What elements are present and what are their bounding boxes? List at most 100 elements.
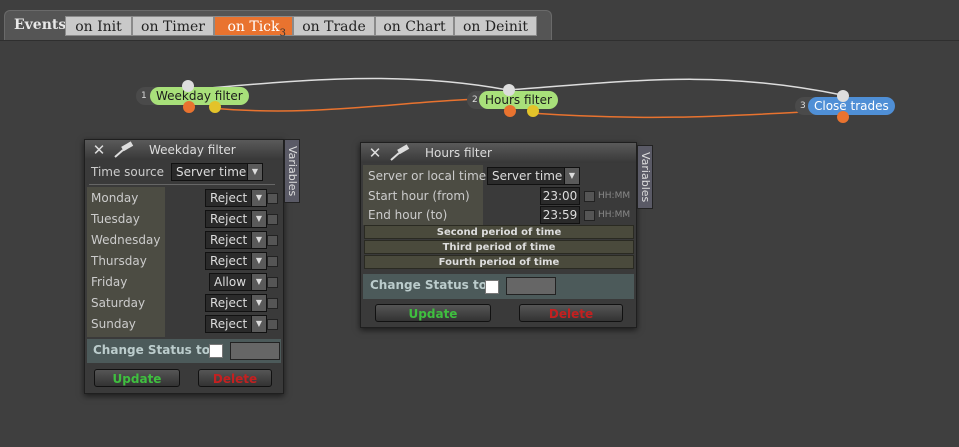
node-number: 3 bbox=[800, 101, 806, 111]
day-row: Friday Allow ▼ bbox=[91, 272, 278, 292]
day-checkbox[interactable] bbox=[267, 235, 278, 246]
day-checkbox[interactable] bbox=[267, 298, 278, 309]
end-hour-input[interactable]: 23:59 bbox=[540, 206, 580, 224]
time-source-label: Time source bbox=[91, 165, 165, 179]
start-hour-checkbox[interactable] bbox=[584, 191, 595, 202]
change-status-row: Change Status to bbox=[363, 274, 634, 299]
chevron-down-icon: ▼ bbox=[251, 316, 266, 332]
change-status-label: Change Status to bbox=[93, 343, 210, 357]
day-label: Friday bbox=[91, 275, 128, 289]
close-icon[interactable]: ✕ bbox=[367, 145, 383, 161]
chevron-down-icon: ▼ bbox=[251, 232, 266, 248]
update-button[interactable]: Update bbox=[94, 369, 180, 387]
day-action-select[interactable]: Reject ▼ bbox=[205, 315, 267, 333]
day-action-select[interactable]: Reject ▼ bbox=[205, 210, 267, 228]
server-local-value: Server time bbox=[492, 169, 563, 183]
day-label: Wednesday bbox=[91, 233, 161, 247]
end-hour-checkbox[interactable] bbox=[584, 210, 595, 221]
day-checkbox[interactable] bbox=[267, 319, 278, 330]
end-hour-row: End hour (to) 23:59 HH:MM bbox=[368, 205, 632, 225]
panel-title: Weekday filter bbox=[149, 143, 236, 157]
day-row: Wednesday Reject ▼ bbox=[91, 230, 278, 250]
start-hour-row: Start hour (from) 23:00 HH:MM bbox=[368, 186, 632, 206]
start-hour-input[interactable]: 23:00 bbox=[540, 187, 580, 205]
node-number: 2 bbox=[472, 95, 478, 105]
time-source-row: Time source Server time ▼ bbox=[91, 162, 277, 182]
day-action-value: Reject bbox=[210, 212, 248, 226]
node-label: Weekday filter bbox=[150, 87, 249, 105]
day-checkbox[interactable] bbox=[267, 256, 278, 267]
close-icon[interactable]: ✕ bbox=[91, 142, 107, 158]
day-action-value: Reject bbox=[210, 317, 248, 331]
end-hour-label: End hour (to) bbox=[368, 208, 448, 222]
second-period-section[interactable]: Second period of time bbox=[364, 225, 634, 239]
server-local-row: Server or local time Server time ▼ bbox=[368, 166, 632, 186]
day-label: Monday bbox=[91, 191, 139, 205]
divider bbox=[89, 184, 275, 185]
day-action-value: Reject bbox=[210, 191, 248, 205]
variables-tab[interactable]: Variables bbox=[637, 145, 653, 209]
day-row: Thursday Reject ▼ bbox=[91, 251, 278, 271]
delete-button[interactable]: Delete bbox=[198, 369, 272, 387]
node-output-port[interactable] bbox=[504, 105, 516, 117]
panel-title: Hours filter bbox=[425, 146, 492, 160]
panel-header: ✕ Weekday filter bbox=[85, 140, 283, 160]
day-checkbox[interactable] bbox=[267, 277, 278, 288]
node-output-port[interactable] bbox=[183, 101, 195, 113]
status-select[interactable] bbox=[230, 342, 280, 360]
node-output-port-alt[interactable] bbox=[527, 105, 539, 117]
third-period-section[interactable]: Third period of time bbox=[364, 240, 634, 254]
day-label: Tuesday bbox=[91, 212, 140, 226]
chevron-down-icon: ▼ bbox=[251, 295, 266, 311]
server-local-label: Server or local time bbox=[368, 169, 487, 183]
server-local-select[interactable]: Server time ▼ bbox=[487, 167, 580, 185]
day-action-select[interactable]: Reject ▼ bbox=[205, 294, 267, 312]
day-action-select[interactable]: Reject ▼ bbox=[205, 189, 267, 207]
chevron-down-icon: ▼ bbox=[251, 190, 266, 206]
start-hour-hint: HH:MM bbox=[598, 191, 631, 201]
panel-header: ✕ Hours filter bbox=[361, 143, 636, 163]
change-status-row: Change Status to bbox=[87, 339, 281, 363]
status-checkbox[interactable] bbox=[209, 344, 223, 358]
variables-tab[interactable]: Variables bbox=[284, 139, 300, 203]
time-source-select[interactable]: Server time ▼ bbox=[171, 163, 263, 181]
chevron-down-icon: ▼ bbox=[251, 211, 266, 227]
day-label: Saturday bbox=[91, 296, 146, 310]
fourth-period-section[interactable]: Fourth period of time bbox=[364, 255, 634, 269]
day-row: Monday Reject ▼ bbox=[91, 188, 278, 208]
day-action-value: Reject bbox=[210, 254, 248, 268]
delete-button[interactable]: Delete bbox=[519, 304, 623, 322]
day-row: Sunday Reject ▼ bbox=[91, 314, 278, 334]
day-action-value: Allow bbox=[214, 275, 247, 289]
node-number: 1 bbox=[141, 91, 147, 101]
node-label: Close trades bbox=[808, 97, 895, 115]
node-output-port-alt[interactable] bbox=[209, 101, 221, 113]
status-select[interactable] bbox=[506, 277, 556, 295]
time-source-value: Server time bbox=[176, 165, 247, 179]
pin-icon[interactable] bbox=[389, 144, 411, 162]
start-hour-label: Start hour (from) bbox=[368, 189, 470, 203]
node-input-port[interactable] bbox=[182, 80, 194, 92]
day-action-value: Reject bbox=[210, 296, 248, 310]
day-action-select[interactable]: Allow ▼ bbox=[209, 273, 267, 291]
change-status-label: Change Status to bbox=[370, 278, 487, 292]
hours-filter-panel: ✕ Hours filter Server or local time Serv… bbox=[360, 142, 637, 328]
day-checkbox[interactable] bbox=[267, 193, 278, 204]
status-checkbox[interactable] bbox=[485, 280, 499, 294]
day-checkbox[interactable] bbox=[267, 214, 278, 225]
node-output-port[interactable] bbox=[837, 111, 849, 123]
update-button[interactable]: Update bbox=[375, 304, 491, 322]
day-row: Tuesday Reject ▼ bbox=[91, 209, 278, 229]
pin-icon[interactable] bbox=[113, 141, 135, 159]
day-label: Thursday bbox=[91, 254, 147, 268]
chevron-down-icon: ▼ bbox=[251, 274, 266, 290]
end-hour-hint: HH:MM bbox=[598, 210, 631, 220]
day-action-select[interactable]: Reject ▼ bbox=[205, 231, 267, 249]
day-row: Saturday Reject ▼ bbox=[91, 293, 278, 313]
node-input-port[interactable] bbox=[503, 84, 515, 96]
day-action-value: Reject bbox=[210, 233, 248, 247]
node-input-port[interactable] bbox=[837, 90, 849, 102]
chevron-down-icon: ▼ bbox=[251, 253, 266, 269]
node-label: Hours filter bbox=[479, 91, 558, 109]
day-action-select[interactable]: Reject ▼ bbox=[205, 252, 267, 270]
